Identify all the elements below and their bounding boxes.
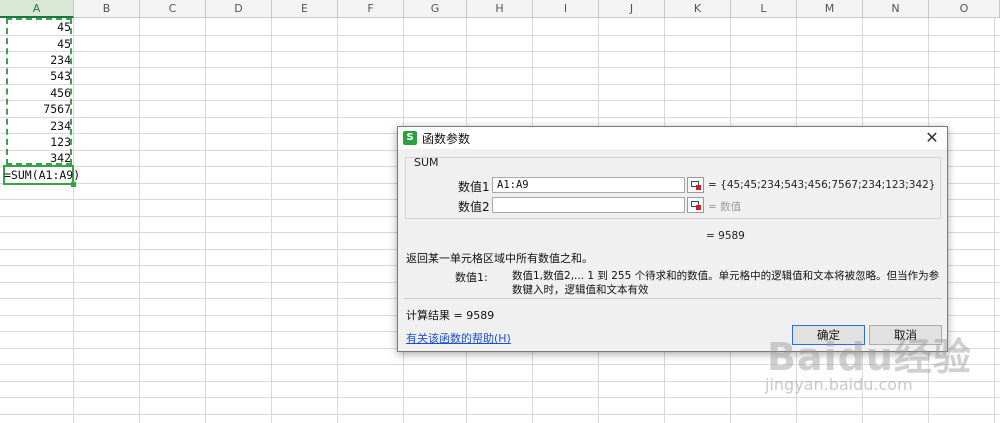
grid-line	[205, 18, 206, 423]
grid-line	[337, 18, 338, 423]
grid-line	[0, 117, 1000, 118]
function-name: SUM	[414, 156, 439, 169]
range-select-icon-marker	[696, 185, 701, 190]
calculation-result: 计算结果 = 9589	[406, 309, 495, 322]
column-header-i[interactable]: I	[533, 0, 599, 18]
arg2-input[interactable]	[492, 197, 685, 213]
column-header-k[interactable]: K	[665, 0, 731, 18]
grid-line	[0, 51, 1000, 52]
param-description: 数值1,数值2,... 1 到 255 个待求和的数值。单元格中的逻辑值和文本将…	[512, 270, 940, 296]
column-header-n[interactable]: N	[863, 0, 929, 18]
arg1-result: = {45;45;234;543;456;7567;234;123;342}	[708, 179, 936, 191]
help-link[interactable]: 有关该函数的帮助(H)	[406, 330, 511, 346]
arg2-collapse-button[interactable]	[687, 197, 704, 213]
grid-line	[139, 18, 140, 423]
column-header-j[interactable]: J	[599, 0, 665, 18]
function-arguments-dialog: S 函数参数 ✕ SUM 数值1 A1:A9 = {45;45;234;543;…	[397, 126, 948, 352]
grid-line	[0, 100, 1000, 101]
grid-line	[0, 84, 1000, 85]
arg2-result: = 数值	[708, 201, 742, 213]
watermark-url: jingyan.baidu.com	[765, 375, 913, 394]
grid-line	[271, 18, 272, 423]
arg1-collapse-button[interactable]	[687, 177, 704, 193]
column-header-c[interactable]: C	[140, 0, 206, 18]
wps-sheet-icon: S	[403, 131, 417, 145]
column-header-d[interactable]: D	[206, 0, 272, 18]
column-header-f[interactable]: F	[338, 0, 404, 18]
grid-line	[73, 18, 74, 423]
grid-line	[0, 67, 1000, 68]
divider	[404, 298, 942, 299]
column-header-m[interactable]: M	[797, 0, 863, 18]
baidu-jingyan-watermark: Baidu经验 jingyan.baidu.com	[755, 326, 971, 406]
column-header-a[interactable]: A	[0, 0, 74, 18]
column-header-b[interactable]: B	[74, 0, 140, 18]
close-button[interactable]: ✕	[923, 129, 941, 147]
column-header-g[interactable]: G	[404, 0, 467, 18]
grid-line	[0, 35, 1000, 36]
function-description: 返回某一单元格区域中所有数值之和。	[406, 252, 593, 265]
column-header-o[interactable]: O	[929, 0, 1000, 18]
dialog-titlebar[interactable]: S 函数参数 ✕	[398, 127, 947, 149]
dialog-title: 函数参数	[422, 132, 471, 146]
formula-preview-result: = 9589	[706, 230, 745, 242]
cell-a10-formula[interactable]: =SUM(A1:A9)	[4, 167, 80, 183]
arg1-input[interactable]: A1:A9	[492, 177, 685, 193]
arg2-label: 数值2	[458, 200, 490, 214]
range-select-icon-marker	[696, 205, 701, 210]
grid-line	[0, 414, 1000, 415]
grid-line	[994, 18, 995, 423]
arg1-label: 数值1	[458, 180, 490, 194]
column-header-l[interactable]: L	[731, 0, 797, 18]
column-header-h[interactable]: H	[467, 0, 533, 18]
param-name: 数值1:	[455, 271, 488, 284]
watermark-logo-text: Baidu经验	[767, 335, 972, 379]
column-header-e[interactable]: E	[272, 0, 338, 18]
copy-range-marquee	[6, 18, 72, 165]
